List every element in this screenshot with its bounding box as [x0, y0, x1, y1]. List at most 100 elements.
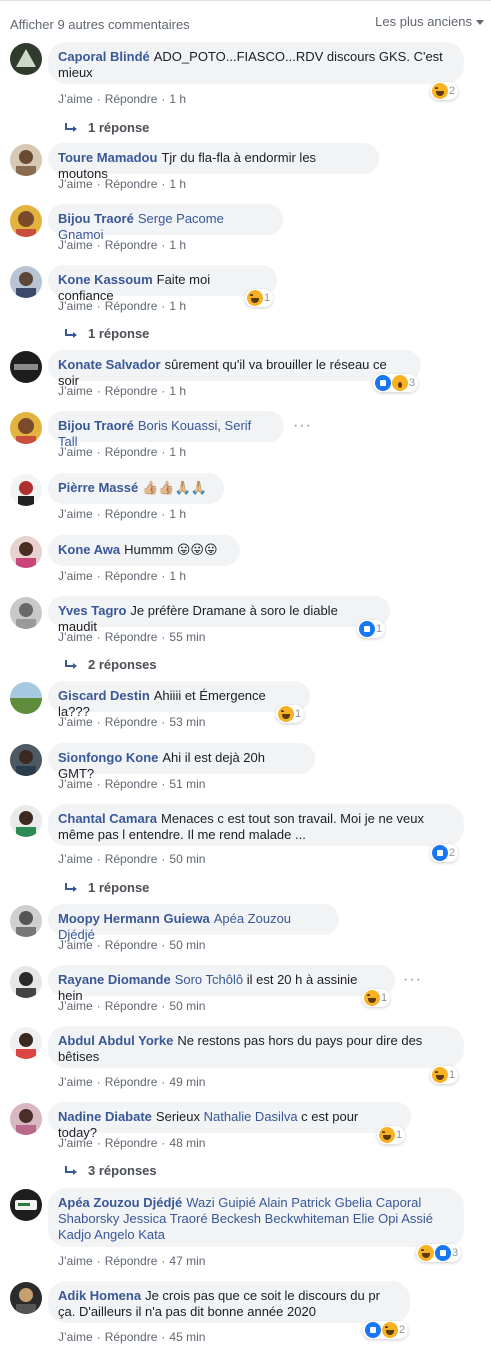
comment-time[interactable]: 1 h — [169, 299, 186, 313]
reply-link[interactable]: Répondre — [105, 999, 158, 1013]
view-replies-link[interactable]: 3 réponses — [64, 1163, 157, 1178]
comment-time[interactable]: 1 h — [169, 569, 186, 583]
avatar[interactable] — [10, 266, 42, 298]
reply-link[interactable]: Répondre — [105, 852, 158, 866]
reply-link[interactable]: Répondre — [105, 1330, 158, 1344]
reaction-summary[interactable]: 1 — [245, 289, 274, 307]
reaction-summary[interactable]: 1 — [362, 989, 391, 1007]
reaction-summary[interactable]: 1 — [430, 1066, 459, 1084]
avatar[interactable] — [10, 682, 42, 714]
reply-link[interactable]: Répondre — [105, 1075, 158, 1089]
commenter-name[interactable]: Kone Awa — [58, 542, 120, 557]
comment-time[interactable]: 50 min — [169, 852, 205, 866]
reaction-summary[interactable]: 2 — [430, 844, 459, 862]
reply-link[interactable]: Répondre — [105, 938, 158, 952]
sort-dropdown[interactable]: Les plus anciens — [375, 14, 484, 29]
comment-time[interactable]: 47 min — [169, 1254, 205, 1268]
like-link[interactable]: J’aime — [58, 384, 93, 398]
commenter-name[interactable]: Yves Tagro — [58, 603, 126, 618]
avatar[interactable] — [10, 412, 42, 444]
commenter-name[interactable]: Giscard Destin — [58, 688, 150, 703]
avatar[interactable] — [10, 1189, 42, 1221]
avatar[interactable] — [10, 1027, 42, 1059]
view-replies-link[interactable]: 2 réponses — [64, 657, 157, 672]
like-link[interactable]: J’aime — [58, 445, 93, 459]
like-link[interactable]: J’aime — [58, 299, 93, 313]
reply-link[interactable]: Répondre — [105, 1136, 158, 1150]
reaction-summary[interactable]: 3 — [373, 374, 419, 392]
like-link[interactable]: J’aime — [58, 1136, 93, 1150]
view-replies-link[interactable]: 1 réponse — [64, 326, 149, 341]
avatar[interactable] — [10, 351, 42, 383]
avatar[interactable] — [10, 43, 42, 75]
avatar[interactable] — [10, 597, 42, 629]
commenter-name[interactable]: Sionfongo Kone — [58, 750, 158, 765]
comment-time[interactable]: 55 min — [169, 630, 205, 644]
like-link[interactable]: J’aime — [58, 92, 93, 106]
reply-link[interactable]: Répondre — [105, 1254, 158, 1268]
commenter-name[interactable]: Pièrre Massé — [58, 480, 138, 495]
comment-time[interactable]: 49 min — [169, 1075, 205, 1089]
commenter-name[interactable]: Abdul Abdul Yorke — [58, 1033, 173, 1048]
like-link[interactable]: J’aime — [58, 938, 93, 952]
tagged-user[interactable]: Soro Tchôlô — [175, 972, 243, 987]
commenter-name[interactable]: Toure Mamadou — [58, 150, 157, 165]
avatar[interactable] — [10, 1282, 42, 1314]
reply-link[interactable]: Répondre — [105, 507, 158, 521]
comment-time[interactable]: 1 h — [169, 507, 186, 521]
avatar[interactable] — [10, 474, 42, 506]
commenter-name[interactable]: Nadine Diabate — [58, 1109, 152, 1124]
like-link[interactable]: J’aime — [58, 852, 93, 866]
tagged-user[interactable]: Nathalie Dasilva — [204, 1109, 298, 1124]
reaction-summary[interactable]: 2 — [363, 1321, 409, 1339]
reaction-summary[interactable]: 1 — [377, 1126, 406, 1144]
comment-time[interactable]: 1 h — [169, 177, 186, 191]
avatar[interactable] — [10, 1103, 42, 1135]
reply-link[interactable]: Répondre — [105, 715, 158, 729]
reply-link[interactable]: Répondre — [105, 92, 158, 106]
more-comments-link[interactable]: Afficher 9 autres commentaires — [10, 17, 190, 32]
avatar[interactable] — [10, 966, 42, 998]
more-options-icon[interactable]: ··· — [293, 417, 312, 435]
like-link[interactable]: J’aime — [58, 999, 93, 1013]
commenter-name[interactable]: Chantal Camara — [58, 811, 157, 826]
reply-link[interactable]: Répondre — [105, 177, 158, 191]
like-link[interactable]: J’aime — [58, 777, 93, 791]
avatar[interactable] — [10, 905, 42, 937]
reply-link[interactable]: Répondre — [105, 299, 158, 313]
comment-time[interactable]: 50 min — [169, 999, 205, 1013]
reply-link[interactable]: Répondre — [105, 238, 158, 252]
view-replies-link[interactable]: 1 réponse — [64, 120, 149, 135]
commenter-name[interactable]: Caporal Blindé — [58, 49, 150, 64]
reply-link[interactable]: Répondre — [105, 569, 158, 583]
comment-time[interactable]: 1 h — [169, 384, 186, 398]
commenter-name[interactable]: Kone Kassoum — [58, 272, 153, 287]
comment-time[interactable]: 1 h — [169, 238, 186, 252]
commenter-name[interactable]: Moopy Hermann Guiewa — [58, 911, 210, 926]
reply-link[interactable]: Répondre — [105, 445, 158, 459]
like-link[interactable]: J’aime — [58, 177, 93, 191]
comment-time[interactable]: 51 min — [169, 777, 205, 791]
like-link[interactable]: J’aime — [58, 1075, 93, 1089]
comment-time[interactable]: 1 h — [169, 92, 186, 106]
comment-time[interactable]: 50 min — [169, 938, 205, 952]
commenter-name[interactable]: Bijou Traoré — [58, 418, 134, 433]
like-link[interactable]: J’aime — [58, 715, 93, 729]
avatar[interactable] — [10, 144, 42, 176]
more-options-icon[interactable]: ··· — [403, 971, 422, 989]
comment-time[interactable]: 45 min — [169, 1330, 205, 1344]
like-link[interactable]: J’aime — [58, 1330, 93, 1344]
like-link[interactable]: J’aime — [58, 569, 93, 583]
commenter-name[interactable]: Apéa Zouzou Djédjé — [58, 1195, 182, 1210]
avatar[interactable] — [10, 744, 42, 776]
reply-link[interactable]: Répondre — [105, 384, 158, 398]
comment-time[interactable]: 48 min — [169, 1136, 205, 1150]
commenter-name[interactable]: Bijou Traoré — [58, 211, 134, 226]
like-link[interactable]: J’aime — [58, 507, 93, 521]
reply-link[interactable]: Répondre — [105, 630, 158, 644]
like-link[interactable]: J’aime — [58, 238, 93, 252]
view-replies-link[interactable]: 1 réponse — [64, 880, 149, 895]
like-link[interactable]: J’aime — [58, 630, 93, 644]
avatar[interactable] — [10, 536, 42, 568]
comment-time[interactable]: 53 min — [169, 715, 205, 729]
